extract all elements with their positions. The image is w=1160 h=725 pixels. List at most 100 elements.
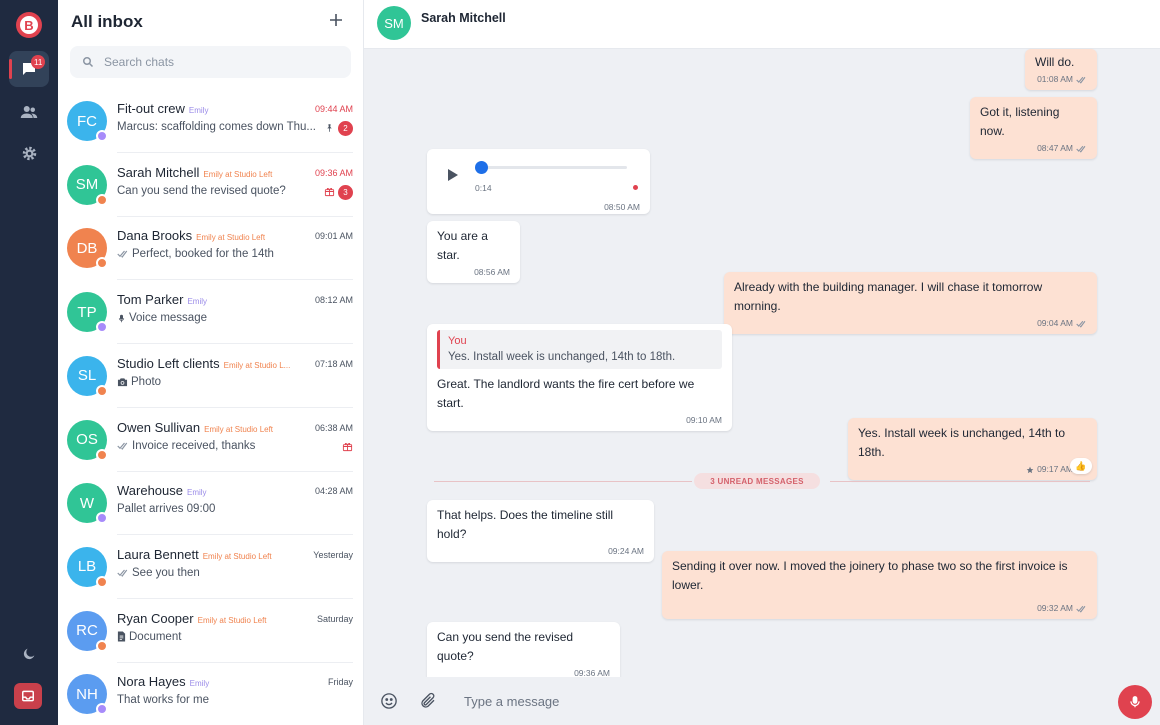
- assignment-status-dot: [96, 448, 108, 461]
- logo-letter: B: [20, 16, 38, 34]
- audio-progress-thumb[interactable]: [475, 161, 488, 174]
- message-meta: 01:08 AM: [1035, 74, 1087, 85]
- audio-duration: 0:14: [475, 183, 492, 193]
- message-time: 01:08 AM: [1037, 74, 1073, 84]
- chat-list-item[interactable]: W Warehouse Emily 04:28 AM Pallet arrives 09…: [58, 471, 363, 536]
- chat-list-item[interactable]: TP Tom Parker Emily 08:12 AM Voice message: [58, 280, 363, 345]
- chat-list-item[interactable]: LB Laura Bennett Emily at Studio Left Yeste…: [58, 535, 363, 599]
- chat-list-item[interactable]: RC Ryan Cooper Emily at Studio Left Saturda…: [58, 599, 363, 663]
- chat-preview: Invoice received, thanks: [117, 440, 255, 452]
- plus-icon: [330, 14, 342, 26]
- message-text: Yes. Install week is unchanged, 14th to …: [858, 426, 1066, 459]
- gift-icon: [341, 441, 353, 453]
- message-text: Got it, listening now.: [980, 105, 1060, 138]
- message-bubble[interactable]: That helps. Does the timeline still hold…: [427, 500, 654, 562]
- attach-button[interactable]: [416, 689, 440, 713]
- inbox-title: All inbox: [71, 12, 143, 31]
- nav-settings-button[interactable]: [9, 135, 49, 171]
- unread-count-badge: 3: [338, 184, 353, 200]
- quoted-reply[interactable]: You Yes. Install week is unchanged, 14th…: [437, 330, 722, 369]
- chat-time: 09:36 AM: [314, 167, 353, 178]
- message-meta: 09:24 AM: [437, 546, 644, 557]
- chat-list-item[interactable]: DB Dana Brooks Emily at Studio Left 09:01 A…: [58, 216, 363, 281]
- chat-preview-text: Invoice received, thanks: [132, 439, 256, 452]
- dark-mode-toggle[interactable]: [9, 636, 49, 672]
- record-voice-button[interactable]: [1118, 685, 1152, 719]
- chat-preview: Voice message: [117, 312, 207, 324]
- chat-preview-text: Perfect, booked for the 14th: [132, 248, 274, 261]
- message-bubble[interactable]: Yes. Install week is unchanged, 14th to …: [848, 418, 1097, 480]
- chat-name-line: Tom Parker Emily: [117, 292, 207, 307]
- chat-time: 06:38 AM: [314, 422, 353, 433]
- chat-name: Studio Left clients: [117, 355, 220, 371]
- chat-list-item[interactable]: OS Owen Sullivan Emily at Studio Left 06:38…: [58, 408, 363, 472]
- chat-preview-text: That works for me: [117, 694, 210, 707]
- microphone-icon: [1130, 696, 1140, 708]
- chat-preview: Document: [117, 631, 181, 643]
- emoji-button[interactable]: [377, 689, 401, 713]
- inbox-switch-button[interactable]: [14, 683, 42, 709]
- new-chat-button[interactable]: [324, 8, 348, 32]
- quoted-reply-author: You: [448, 335, 467, 347]
- chat-list-item[interactable]: NH Nora Hayes Emily Friday That works for me: [58, 662, 363, 725]
- chat-name-line: Ryan Cooper Emily at Studio Left: [117, 611, 267, 626]
- audio-progress-track[interactable]: [480, 166, 627, 169]
- chat-name-line: Fit-out crew Emily: [117, 101, 208, 116]
- chat-time: Saturday: [316, 613, 353, 624]
- message-reaction[interactable]: 👍: [1070, 458, 1092, 474]
- message-bubble[interactable]: Got it, listening now. 08:47 AM: [970, 97, 1097, 159]
- app-sidebar: B 11: [0, 0, 58, 725]
- chat-name: Sarah Mitchell: [117, 164, 200, 180]
- message-time: 09:10 AM: [686, 415, 722, 425]
- chat-name: Tom Parker: [117, 292, 184, 308]
- inbox-tray-icon: [22, 690, 34, 702]
- assignment-status-dot: [96, 639, 108, 652]
- double-check-icon: [1076, 320, 1086, 328]
- divider-line: [830, 481, 1090, 482]
- nav-chats-button[interactable]: 11: [9, 51, 49, 87]
- camera-icon: [117, 377, 128, 387]
- assignment-status-dot: [96, 512, 108, 525]
- message-meta: 08:47 AM: [980, 143, 1087, 154]
- chat-name: Fit-out crew: [117, 101, 185, 116]
- double-check-icon: [117, 442, 129, 450]
- chat-preview-text: See you then: [132, 566, 200, 579]
- search-icon: [82, 55, 96, 69]
- assignee-tag: Emily at Studio Left: [202, 551, 272, 561]
- chat-list-item[interactable]: SL Studio Left clients Emily at Studio L..…: [58, 344, 363, 408]
- chat-preview: Perfect, booked for the 14th: [117, 248, 274, 260]
- assignee-tag: Emily at Studio Left: [203, 169, 273, 179]
- chat-time: 09:01 AM: [314, 231, 353, 242]
- message-text: Already with the building manager. I wil…: [734, 280, 1043, 313]
- chat-name: Dana Brooks: [117, 228, 193, 244]
- double-check-icon: [1076, 605, 1086, 613]
- chat-name-line: Warehouse Emily: [117, 483, 207, 498]
- contact-avatar[interactable]: SM: [377, 6, 411, 40]
- chat-preview: Photo: [117, 376, 161, 388]
- chat-list-item[interactable]: SM Sarah Mitchell Emily at Studio Left 09:3…: [58, 153, 363, 217]
- app-logo[interactable]: B: [16, 12, 42, 38]
- message-bubble[interactable]: You are a star. 08:56 AM: [427, 221, 520, 283]
- message-bubble[interactable]: Already with the building manager. I wil…: [724, 272, 1097, 334]
- chat-name: Owen Sullivan: [117, 419, 201, 435]
- assignee-tag: Emily at Studio Left: [196, 233, 266, 243]
- chat-name-line: Dana Brooks Emily at Studio Left: [117, 228, 265, 243]
- chat-preview: See you then: [117, 567, 200, 579]
- assignee-tag: Emily at Studio Left: [197, 615, 267, 625]
- chat-name: Ryan Cooper: [117, 610, 194, 626]
- message-bubble[interactable]: You Yes. Install week is unchanged, 14th…: [427, 324, 732, 431]
- search-input[interactable]: [104, 55, 344, 69]
- message-input[interactable]: [464, 690, 1064, 712]
- chat-name-line: Owen Sullivan Emily at Studio Left: [117, 420, 273, 435]
- contact-name[interactable]: Sarah Mitchell: [421, 11, 506, 25]
- message-bubble[interactable]: Can you send the revised quote? 09:36 AM: [427, 622, 620, 684]
- message-time: 09:24 AM: [608, 546, 644, 556]
- chat-time: Yesterday: [313, 549, 353, 560]
- chat-name: Warehouse: [117, 483, 183, 499]
- play-button[interactable]: [443, 165, 463, 185]
- chat-list-item[interactable]: FC Fit-out crew Emily 09:44 AM Marcus: scaff…: [58, 89, 363, 153]
- nav-contacts-button[interactable]: [9, 94, 49, 130]
- message-bubble[interactable]: Sending it over now. I moved the joinery…: [662, 551, 1097, 619]
- chat-name: Laura Bennett: [117, 546, 199, 562]
- message-bubble[interactable]: Will do. 01:08 AM: [1025, 49, 1097, 90]
